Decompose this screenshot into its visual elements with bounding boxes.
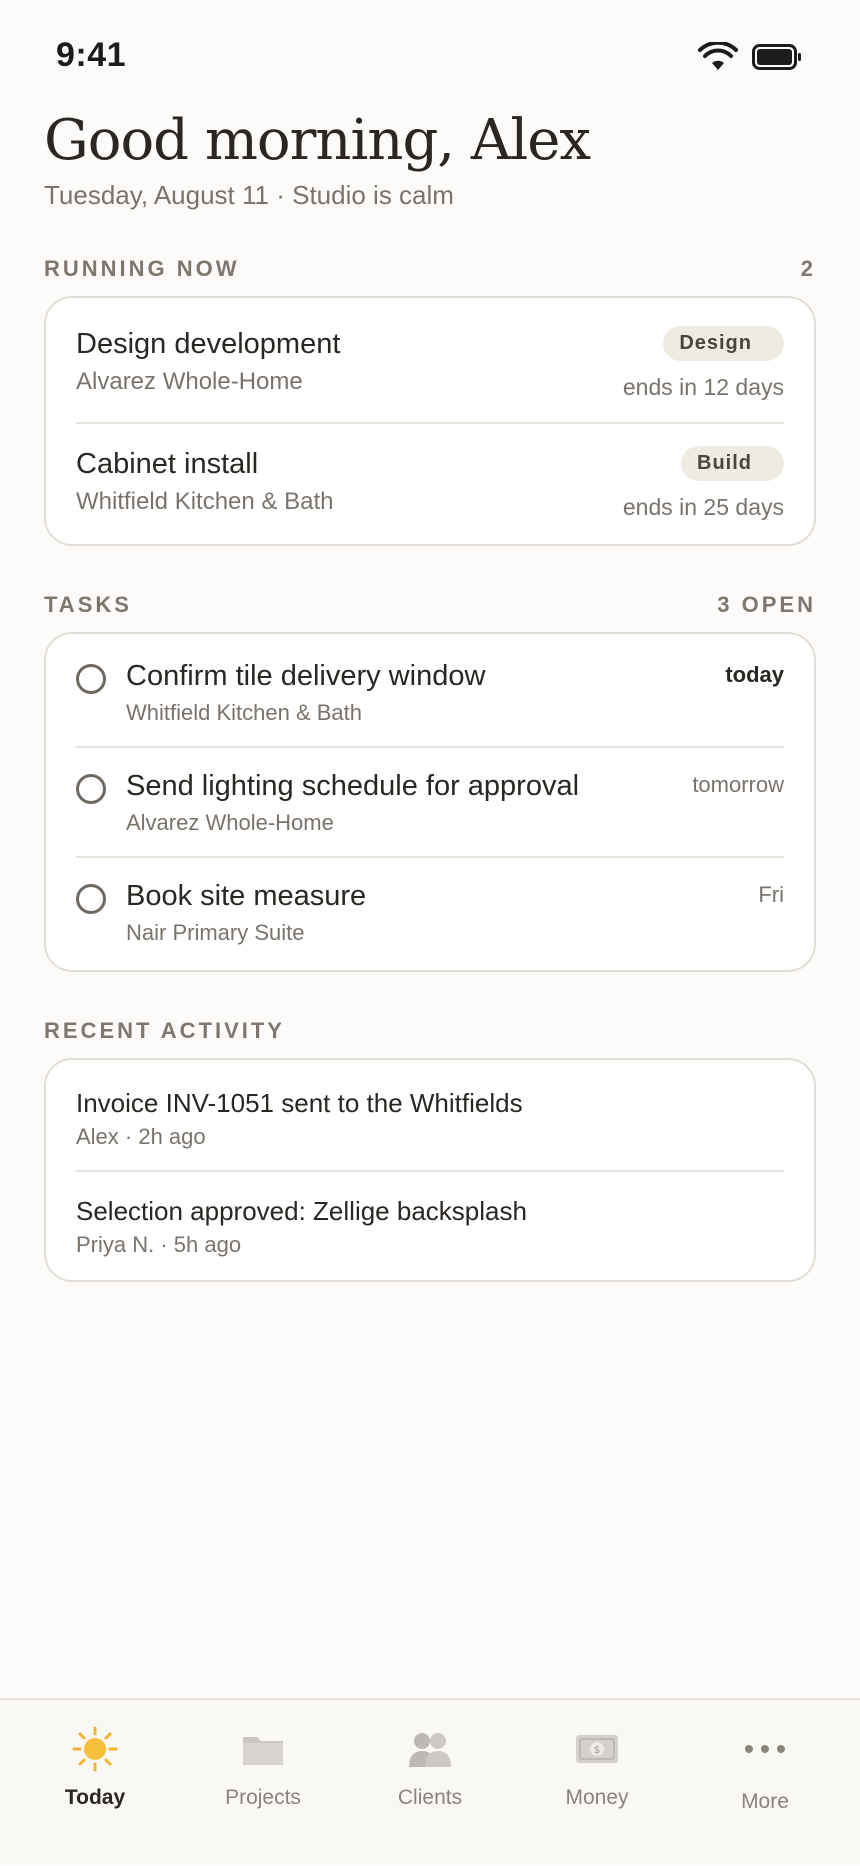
task-due: tomorrow (692, 772, 784, 797)
task-client: Alvarez Whole-Home (126, 810, 334, 835)
phase-tag: Design (663, 326, 784, 361)
activity-item-title: Invoice INV-1051 sent to the Whitfields (76, 1088, 523, 1118)
status-bar: 9:41 (0, 0, 860, 110)
running-item[interactable]: Cabinet install Whitfield Kitchen & Bath… (76, 418, 784, 538)
running-item-ends: ends in 25 days (622, 494, 784, 520)
wifi-icon (698, 40, 738, 77)
activity-card: Invoice INV-1051 sent to the Whitfields … (44, 1058, 816, 1282)
task-checkbox[interactable] (76, 774, 106, 804)
activity-item[interactable]: Selection approved: Zellige backsplash P… (76, 1168, 784, 1274)
activity-header: RECENT ACTIVITY (44, 1018, 816, 1044)
running-item[interactable]: Design development Alvarez Whole-Home De… (76, 298, 784, 418)
activity-item-meta: Alex · 2h ago (76, 1124, 206, 1149)
people-icon (405, 1724, 455, 1774)
task-due: Fri (758, 882, 784, 907)
task-checkbox[interactable] (76, 664, 106, 694)
task-client: Nair Primary Suite (126, 920, 305, 945)
tasks-card: Confirm tile delivery window Whitfield K… (44, 632, 816, 972)
running-now-title: RUNNING NOW (44, 256, 240, 281)
task-due: today (725, 662, 784, 687)
task-item[interactable]: Confirm tile delivery window Whitfield K… (76, 634, 784, 744)
tab-label: Clients (397, 1786, 463, 1809)
running-item-client: Whitfield Kitchen & Bath (76, 488, 334, 515)
tab-money[interactable]: $ Money (511, 1700, 683, 1866)
tab-bar: Today Projects Clients $ Money More (0, 1698, 860, 1864)
tab-label: Today (64, 1786, 126, 1809)
status-time: 9:41 (56, 36, 127, 74)
task-title: Send lighting schedule for approval (126, 770, 580, 802)
running-item-client: Alvarez Whole-Home (76, 368, 303, 395)
running-item-title: Cabinet install (76, 448, 259, 480)
sun-icon (70, 1724, 120, 1774)
task-title: Confirm tile delivery window (126, 660, 486, 692)
task-client: Whitfield Kitchen & Bath (126, 700, 363, 725)
folder-icon (238, 1724, 288, 1774)
greeting-title: Good morning, Alex (44, 108, 591, 173)
activity-item[interactable]: Invoice INV-1051 sent to the Whitfields … (76, 1060, 784, 1166)
phase-tag: Build (681, 446, 784, 481)
running-item-title: Design development (76, 328, 341, 360)
tasks-title: TASKS (44, 592, 132, 617)
task-checkbox[interactable] (76, 884, 106, 914)
task-item[interactable]: Book site measure Nair Primary Suite Fri (76, 854, 784, 964)
tab-label: More (741, 1790, 789, 1813)
tab-label: Projects (225, 1786, 301, 1809)
more-icon (740, 1724, 790, 1774)
status-icons (698, 40, 802, 77)
tasks-header: TASKS 3 OPEN (44, 592, 816, 618)
tab-more[interactable]: More (679, 1700, 851, 1866)
activity-item-meta: Priya N. · 5h ago (76, 1232, 242, 1257)
battery-icon (752, 44, 802, 75)
banknote-icon: $ (572, 1724, 622, 1774)
svg-text:$: $ (594, 1745, 600, 1756)
running-now-count: 2 (800, 256, 816, 281)
running-now-header: RUNNING NOW 2 (44, 256, 816, 282)
activity-title: RECENT ACTIVITY (44, 1018, 285, 1043)
tab-projects[interactable]: Projects (177, 1700, 349, 1866)
tab-today[interactable]: Today (9, 1700, 181, 1866)
tab-clients[interactable]: Clients (344, 1700, 516, 1866)
activity-item-title: Selection approved: Zellige backsplash (76, 1196, 527, 1226)
task-item[interactable]: Send lighting schedule for approval Alva… (76, 744, 784, 854)
running-item-ends: ends in 12 days (622, 374, 784, 400)
tasks-count: 3 OPEN (717, 592, 816, 617)
task-title: Book site measure (126, 880, 367, 912)
running-now-card: Design development Alvarez Whole-Home De… (44, 296, 816, 546)
date-subline: Tuesday, August 11 · Studio is calm (44, 180, 454, 210)
tab-label: Money (565, 1786, 629, 1809)
